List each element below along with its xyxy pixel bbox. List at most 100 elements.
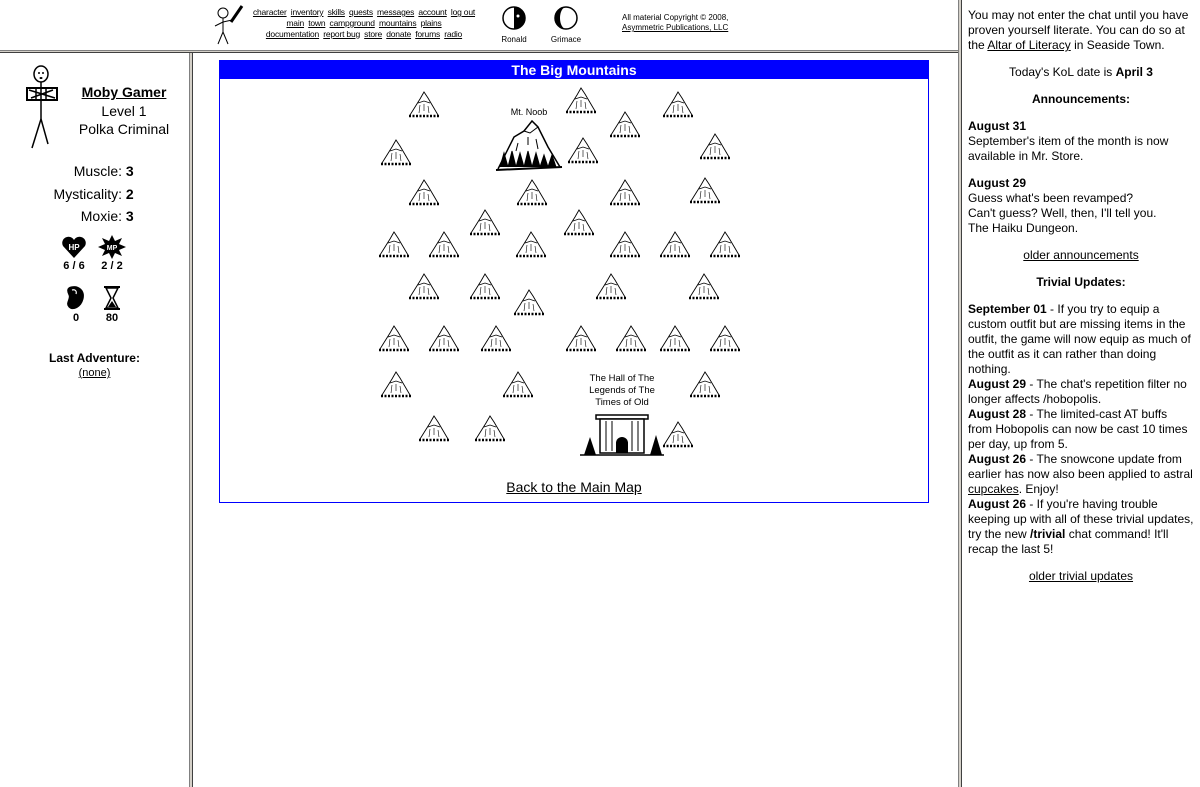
- nav-link-mountains[interactable]: mountains: [379, 18, 417, 28]
- nav-link-messages[interactable]: messages: [377, 7, 414, 17]
- small-mountain-icon: [697, 131, 733, 163]
- small-mountain-icon: [514, 177, 550, 209]
- small-mountain-icon: [593, 271, 629, 303]
- hp-value: 6 / 6: [63, 260, 85, 272]
- older-announcements-link[interactable]: older announcements: [1023, 248, 1138, 262]
- small-mountain-icon: [561, 207, 597, 239]
- small-mountain-icon: [707, 323, 743, 355]
- mp-gauge: MP 2 / 2: [92, 235, 132, 272]
- kol-date: Today's KoL date is April 3: [1009, 65, 1153, 79]
- moon-crescent-icon: [554, 6, 578, 30]
- small-mountain-icon: [565, 135, 601, 167]
- big-mountain-icon: [495, 119, 563, 171]
- nav-link-donate[interactable]: donate: [386, 29, 411, 39]
- character-name[interactable]: Moby Gamer: [72, 84, 176, 100]
- back-to-main-map-link[interactable]: Back to the Main Map: [506, 479, 641, 495]
- nav-link-store[interactable]: store: [364, 29, 382, 39]
- nav-link-town[interactable]: town: [308, 18, 325, 28]
- moon-grimace: Grimace: [546, 5, 586, 44]
- moon-half-icon: [502, 6, 526, 30]
- nav-link-quests[interactable]: quests: [349, 7, 373, 17]
- stat-moxie: Moxie: 3: [80, 208, 134, 224]
- adventures-gauge: 80: [92, 285, 132, 324]
- small-mountain-icon: [687, 369, 723, 401]
- mp-value: 2 / 2: [101, 260, 123, 272]
- nav-link-plains[interactable]: plains: [421, 18, 442, 28]
- character-stats: Muscle: 3 Mysticality: 2 Moxie: 3: [0, 163, 189, 231]
- small-mountain-icon: [660, 89, 696, 121]
- back-to-main-map-wrap: Back to the Main Map: [220, 479, 928, 495]
- character-level: Level 1: [101, 103, 147, 119]
- small-mountain-icon: [426, 323, 462, 355]
- small-mountain-icon: [607, 109, 643, 141]
- small-mountain-icon: [563, 323, 599, 355]
- nav-link-main[interactable]: main: [286, 18, 304, 28]
- announcement-item: August 29 Guess what's been revamped? Can'…: [968, 176, 1157, 235]
- svg-text:MP: MP: [107, 245, 118, 252]
- nav-link-character[interactable]: character: [253, 7, 287, 17]
- small-mountain-icon: [687, 175, 723, 207]
- big-mountains-panel: The Big Mountains Mt. Noob The Hall of T…: [219, 60, 929, 503]
- meat-value: 0: [72, 312, 80, 324]
- small-mountain-icon: [406, 89, 442, 121]
- small-mountain-icon: [607, 229, 643, 261]
- nav-link-campground[interactable]: campground: [330, 18, 375, 28]
- small-mountain-icon: [472, 413, 508, 445]
- small-mountain-icon: [707, 229, 743, 261]
- small-mountain-icon: [416, 413, 452, 445]
- hourglass-icon: [104, 286, 120, 310]
- altar-of-literacy-link[interactable]: Altar of Literacy: [987, 38, 1070, 52]
- nav-link-documentation[interactable]: documentation: [266, 29, 319, 39]
- adventures-value: 80: [105, 312, 119, 324]
- nav-link-skills[interactable]: skills: [328, 7, 345, 17]
- hall-building-icon: [580, 414, 664, 456]
- small-mountain-icon: [406, 177, 442, 209]
- copyright: All material Copyright © 2008, Asymmetri…: [622, 13, 729, 32]
- small-mountain-icon: [376, 229, 412, 261]
- nav-link-account[interactable]: account: [418, 7, 447, 17]
- hp-gauge: HP 6 / 6: [54, 235, 94, 272]
- announcement-item: August 31 September's item of the month i…: [968, 119, 1169, 163]
- nav-link-radio[interactable]: radio: [444, 29, 462, 39]
- stick-figure-sword-icon[interactable]: [212, 4, 246, 46]
- copyright-link[interactable]: Asymmetric Publications, LLC: [622, 23, 728, 32]
- small-mountain-icon: [378, 137, 414, 169]
- small-mountain-icon: [378, 369, 414, 401]
- older-trivial-updates-link[interactable]: older trivial updates: [1029, 569, 1133, 583]
- location-mt-noob[interactable]: Mt. Noob: [494, 107, 564, 177]
- small-mountain-icon: [406, 271, 442, 303]
- character-avatar[interactable]: [22, 64, 62, 150]
- small-mountain-icon: [467, 271, 503, 303]
- location-hall-of-legends[interactable]: The Hall of The Legends of The Times of …: [574, 373, 670, 463]
- character-class: Polka Criminal: [78, 121, 170, 137]
- small-mountain-icon: [478, 323, 514, 355]
- small-mountain-icon: [426, 229, 462, 261]
- small-mountain-icon: [686, 271, 722, 303]
- moon-ronald: Ronald: [494, 5, 534, 44]
- meat-gauge: 0: [56, 285, 96, 324]
- nav-link-report-bug[interactable]: report bug: [323, 29, 360, 39]
- nav-link-log-out[interactable]: log out: [451, 7, 475, 17]
- svg-text:HP: HP: [68, 243, 80, 252]
- starburst-mp-icon: MP: [98, 235, 126, 259]
- meat-icon: [67, 286, 84, 310]
- heart-hp-icon: HP: [62, 236, 86, 258]
- small-mountain-icon: [657, 323, 693, 355]
- small-mountain-icon: [657, 229, 693, 261]
- nav-link-inventory[interactable]: inventory: [291, 7, 324, 17]
- chat-notice: You may not enter the chat until you hav…: [968, 8, 1189, 52]
- page-title: The Big Mountains: [220, 61, 928, 79]
- nav-link-forums[interactable]: forums: [415, 29, 440, 39]
- small-mountain-icon: [511, 287, 547, 319]
- last-adventure-link[interactable]: (none): [79, 367, 111, 379]
- trivial-updates-list: September 01 - If you try to equip a cus…: [968, 302, 1194, 556]
- small-mountain-icon: [467, 207, 503, 239]
- trivial-updates-heading: Trivial Updates:: [1036, 275, 1126, 289]
- small-mountain-icon: [376, 323, 412, 355]
- stat-mysticality: Mysticality: 2: [53, 185, 134, 202]
- announcements-heading: Announcements:: [1031, 92, 1130, 106]
- top-menu: character inventory skills quests messag…: [246, 7, 482, 40]
- small-mountain-icon: [513, 229, 549, 261]
- cupcakes-link[interactable]: cupcakes: [968, 482, 1019, 496]
- small-mountain-icon: [607, 177, 643, 209]
